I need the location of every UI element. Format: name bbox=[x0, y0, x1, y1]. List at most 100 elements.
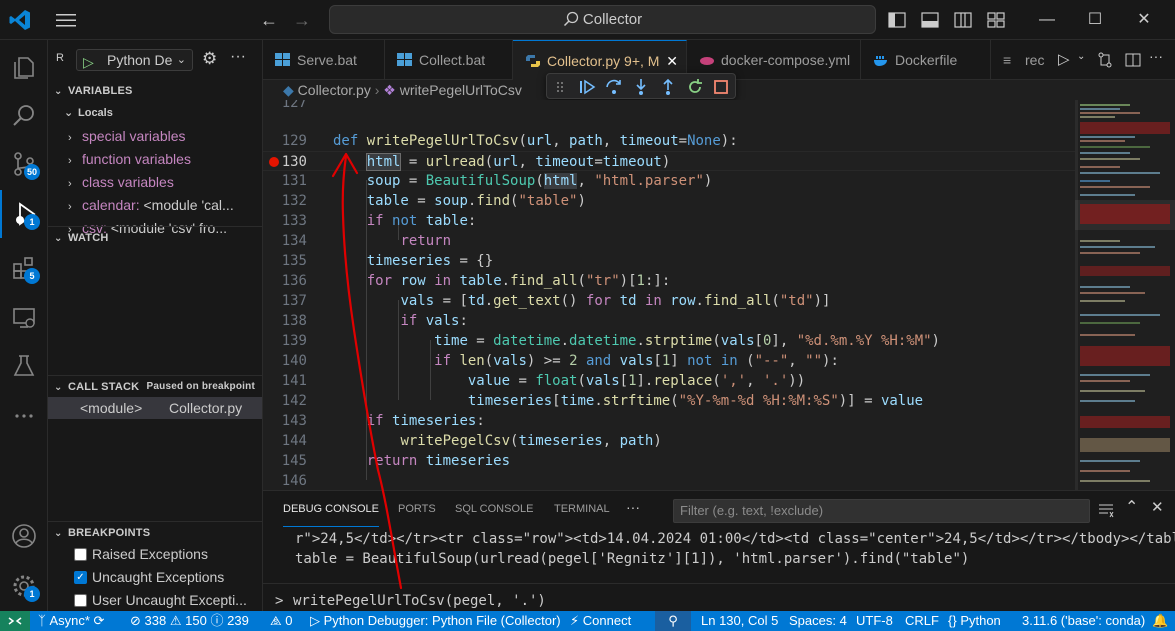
breakpoint-row[interactable]: Raised Exceptions bbox=[48, 543, 262, 566]
debugger-status[interactable]: ▷ Python Debugger: Python File (Collecto… bbox=[310, 611, 561, 631]
branch-status[interactable]: ᛉ Async* ⟳ bbox=[38, 611, 104, 631]
debug-sidebar: R ▷ Python De ⌄ ⚙ ··· ⌄ VARIABLES ⌄ Locals… bbox=[48, 40, 263, 611]
code-editor[interactable]: 127 129 def writePegelUrlToCsv(url, path,… bbox=[263, 100, 1075, 490]
braces-icon: {} bbox=[948, 613, 957, 628]
explorer-button[interactable] bbox=[0, 44, 48, 92]
breakpoint-checkbox[interactable] bbox=[74, 548, 87, 561]
accounts-button[interactable] bbox=[0, 512, 48, 560]
eol-status[interactable]: CRLF bbox=[905, 611, 939, 631]
cursor-position[interactable]: Ln 130, Col 5 bbox=[701, 611, 778, 631]
search-button[interactable] bbox=[0, 92, 48, 140]
tab-rec[interactable]: ≡ rec bbox=[991, 40, 1051, 80]
variable-row[interactable]: › class variables bbox=[48, 171, 262, 194]
console-input[interactable]: writePegelUrlToCsv(pegel, '.') bbox=[293, 593, 546, 609]
back-arrow-icon[interactable]: ← bbox=[259, 10, 279, 30]
tab-dockerfile[interactable]: Dockerfile bbox=[861, 40, 991, 80]
breakpoint-checkbox[interactable]: ✓ bbox=[74, 571, 87, 584]
notifications-bell-icon[interactable]: 🔔 bbox=[1152, 611, 1168, 631]
tab-debug-console[interactable]: DEBUG CONSOLE bbox=[283, 491, 379, 527]
variable-row[interactable]: › calendar: <module 'cal... bbox=[48, 194, 262, 217]
tab-serve-bat[interactable]: Serve.bat bbox=[263, 40, 385, 80]
console-output-line: table = BeautifulSoup(urlread(pegel['Reg… bbox=[295, 551, 970, 567]
forward-arrow-icon[interactable]: → bbox=[292, 10, 312, 30]
start-debugging-icon[interactable]: ▷ bbox=[83, 52, 94, 72]
code-line: 144 writePegelCsv(timeseries, path) bbox=[281, 433, 662, 449]
testing-button[interactable] bbox=[0, 342, 48, 390]
chevron-down-icon: ⌄ bbox=[54, 233, 63, 244]
run-and-debug-button[interactable]: 1 bbox=[0, 190, 48, 238]
variable-row[interactable]: › special variables bbox=[48, 125, 262, 148]
chevron-down-icon: ⌄ bbox=[54, 528, 63, 539]
variables-section-header[interactable]: ⌄ VARIABLES bbox=[48, 80, 262, 102]
zoom-status[interactable]: ⚲ bbox=[655, 611, 691, 631]
more-panel-tabs-icon[interactable]: ··· bbox=[626, 499, 640, 515]
watch-section: ⌄ WATCH bbox=[48, 226, 262, 248]
compare-changes-icon[interactable] bbox=[1097, 52, 1113, 68]
variable-row[interactable]: › function variables bbox=[48, 148, 262, 171]
connect-status[interactable]: ⚡ Connect bbox=[570, 611, 631, 631]
remote-icon bbox=[8, 617, 22, 625]
stop-icon[interactable] bbox=[711, 77, 731, 97]
minimize-icon[interactable]: — bbox=[1037, 10, 1057, 30]
more-actions-icon[interactable]: ··· bbox=[230, 48, 246, 66]
toggle-primary-sidebar-icon[interactable] bbox=[888, 11, 906, 29]
source-control-button[interactable]: 50 bbox=[0, 140, 48, 188]
breadcrumb-symbol[interactable]: writePegelUrlToCsv bbox=[400, 82, 522, 98]
interpreter-status[interactable]: 3.11.6 ('base': conda) bbox=[1022, 611, 1145, 631]
maximize-icon[interactable]: ☐ bbox=[1085, 10, 1105, 30]
more-actions-icon[interactable]: ··· bbox=[1149, 48, 1163, 64]
tab-collect-bat[interactable]: Collect.bat bbox=[385, 40, 513, 80]
step-over-icon[interactable] bbox=[604, 77, 624, 97]
console-filter-input[interactable]: Filter (e.g. text, !exclude) bbox=[673, 499, 1090, 523]
remote-indicator[interactable] bbox=[0, 611, 30, 631]
breadcrumb-file[interactable]: Collector.py bbox=[298, 82, 371, 98]
command-center-search[interactable]: Collector bbox=[329, 5, 876, 34]
toggle-panel-icon[interactable] bbox=[921, 11, 939, 29]
breakpoint-row[interactable]: ✓ Uncaught Exceptions bbox=[48, 566, 262, 589]
more-views-button[interactable] bbox=[0, 392, 48, 440]
function-symbol-icon: ❖ bbox=[383, 82, 396, 98]
console-prompt-icon: > bbox=[275, 593, 284, 609]
tab-terminal[interactable]: TERMINAL bbox=[554, 491, 610, 527]
launch-config-select[interactable]: ▷ Python De ⌄ bbox=[76, 49, 193, 71]
close-panel-icon[interactable]: ✕ bbox=[1151, 498, 1164, 516]
manage-settings-button[interactable]: 1 bbox=[0, 562, 48, 610]
chevron-right-icon: › bbox=[68, 155, 72, 167]
problems-status[interactable]: ⊘ 338 ⚠ 150 ⓘ 239 bbox=[130, 611, 249, 631]
breakpoint-checkbox[interactable] bbox=[74, 594, 87, 607]
breakpoint-row[interactable]: User Uncaught Excepti... bbox=[48, 589, 262, 611]
drag-handle-icon[interactable] bbox=[551, 77, 571, 97]
run-python-file-icon[interactable]: ▷ bbox=[1058, 50, 1070, 68]
split-editor-icon[interactable] bbox=[1125, 52, 1141, 68]
ports-status[interactable]: ⧌ 0 bbox=[270, 611, 292, 631]
tab-sql-console[interactable]: SQL CONSOLE bbox=[455, 491, 533, 527]
continue-icon[interactable] bbox=[577, 77, 597, 97]
minimap[interactable] bbox=[1075, 100, 1175, 490]
locals-scope[interactable]: ⌄ Locals bbox=[48, 102, 262, 125]
stack-frame[interactable]: <module> Collector.py bbox=[48, 397, 262, 419]
debug-settings-gear-icon[interactable]: ⚙ bbox=[202, 49, 217, 69]
chevron-down-icon[interactable]: ⌄ bbox=[1077, 51, 1085, 62]
language-status[interactable]: {} Python bbox=[948, 611, 1001, 631]
maximize-panel-icon[interactable]: ⌃ bbox=[1125, 497, 1138, 517]
watch-section-header[interactable]: ⌄ WATCH bbox=[48, 226, 262, 248]
step-into-icon[interactable] bbox=[631, 77, 651, 97]
extensions-button[interactable]: 5 bbox=[0, 244, 48, 292]
hamburger-menu-icon[interactable] bbox=[56, 12, 76, 28]
tab-ports[interactable]: PORTS bbox=[398, 491, 436, 527]
variable-name: class variables bbox=[82, 174, 174, 190]
callstack-section: ⌄ CALL STACK Paused on breakpoint <module>… bbox=[48, 375, 262, 419]
chevron-right-icon: › bbox=[374, 82, 380, 98]
clear-console-icon[interactable] bbox=[1098, 502, 1114, 518]
indentation-status[interactable]: Spaces: 4 bbox=[789, 611, 847, 631]
callstack-section-header[interactable]: ⌄ CALL STACK Paused on breakpoint bbox=[48, 375, 262, 397]
encoding-status[interactable]: UTF-8 bbox=[856, 611, 893, 631]
step-out-icon[interactable] bbox=[658, 77, 678, 97]
remote-explorer-button[interactable] bbox=[0, 294, 48, 342]
restart-icon[interactable] bbox=[685, 77, 705, 97]
close-window-icon[interactable]: ✕ bbox=[1134, 10, 1154, 30]
toggle-secondary-sidebar-icon[interactable] bbox=[954, 11, 972, 29]
variable-value: <module 'cal... bbox=[143, 197, 234, 213]
breakpoints-section-header[interactable]: ⌄ BREAKPOINTS bbox=[48, 521, 262, 543]
customize-layout-icon[interactable] bbox=[987, 11, 1005, 29]
